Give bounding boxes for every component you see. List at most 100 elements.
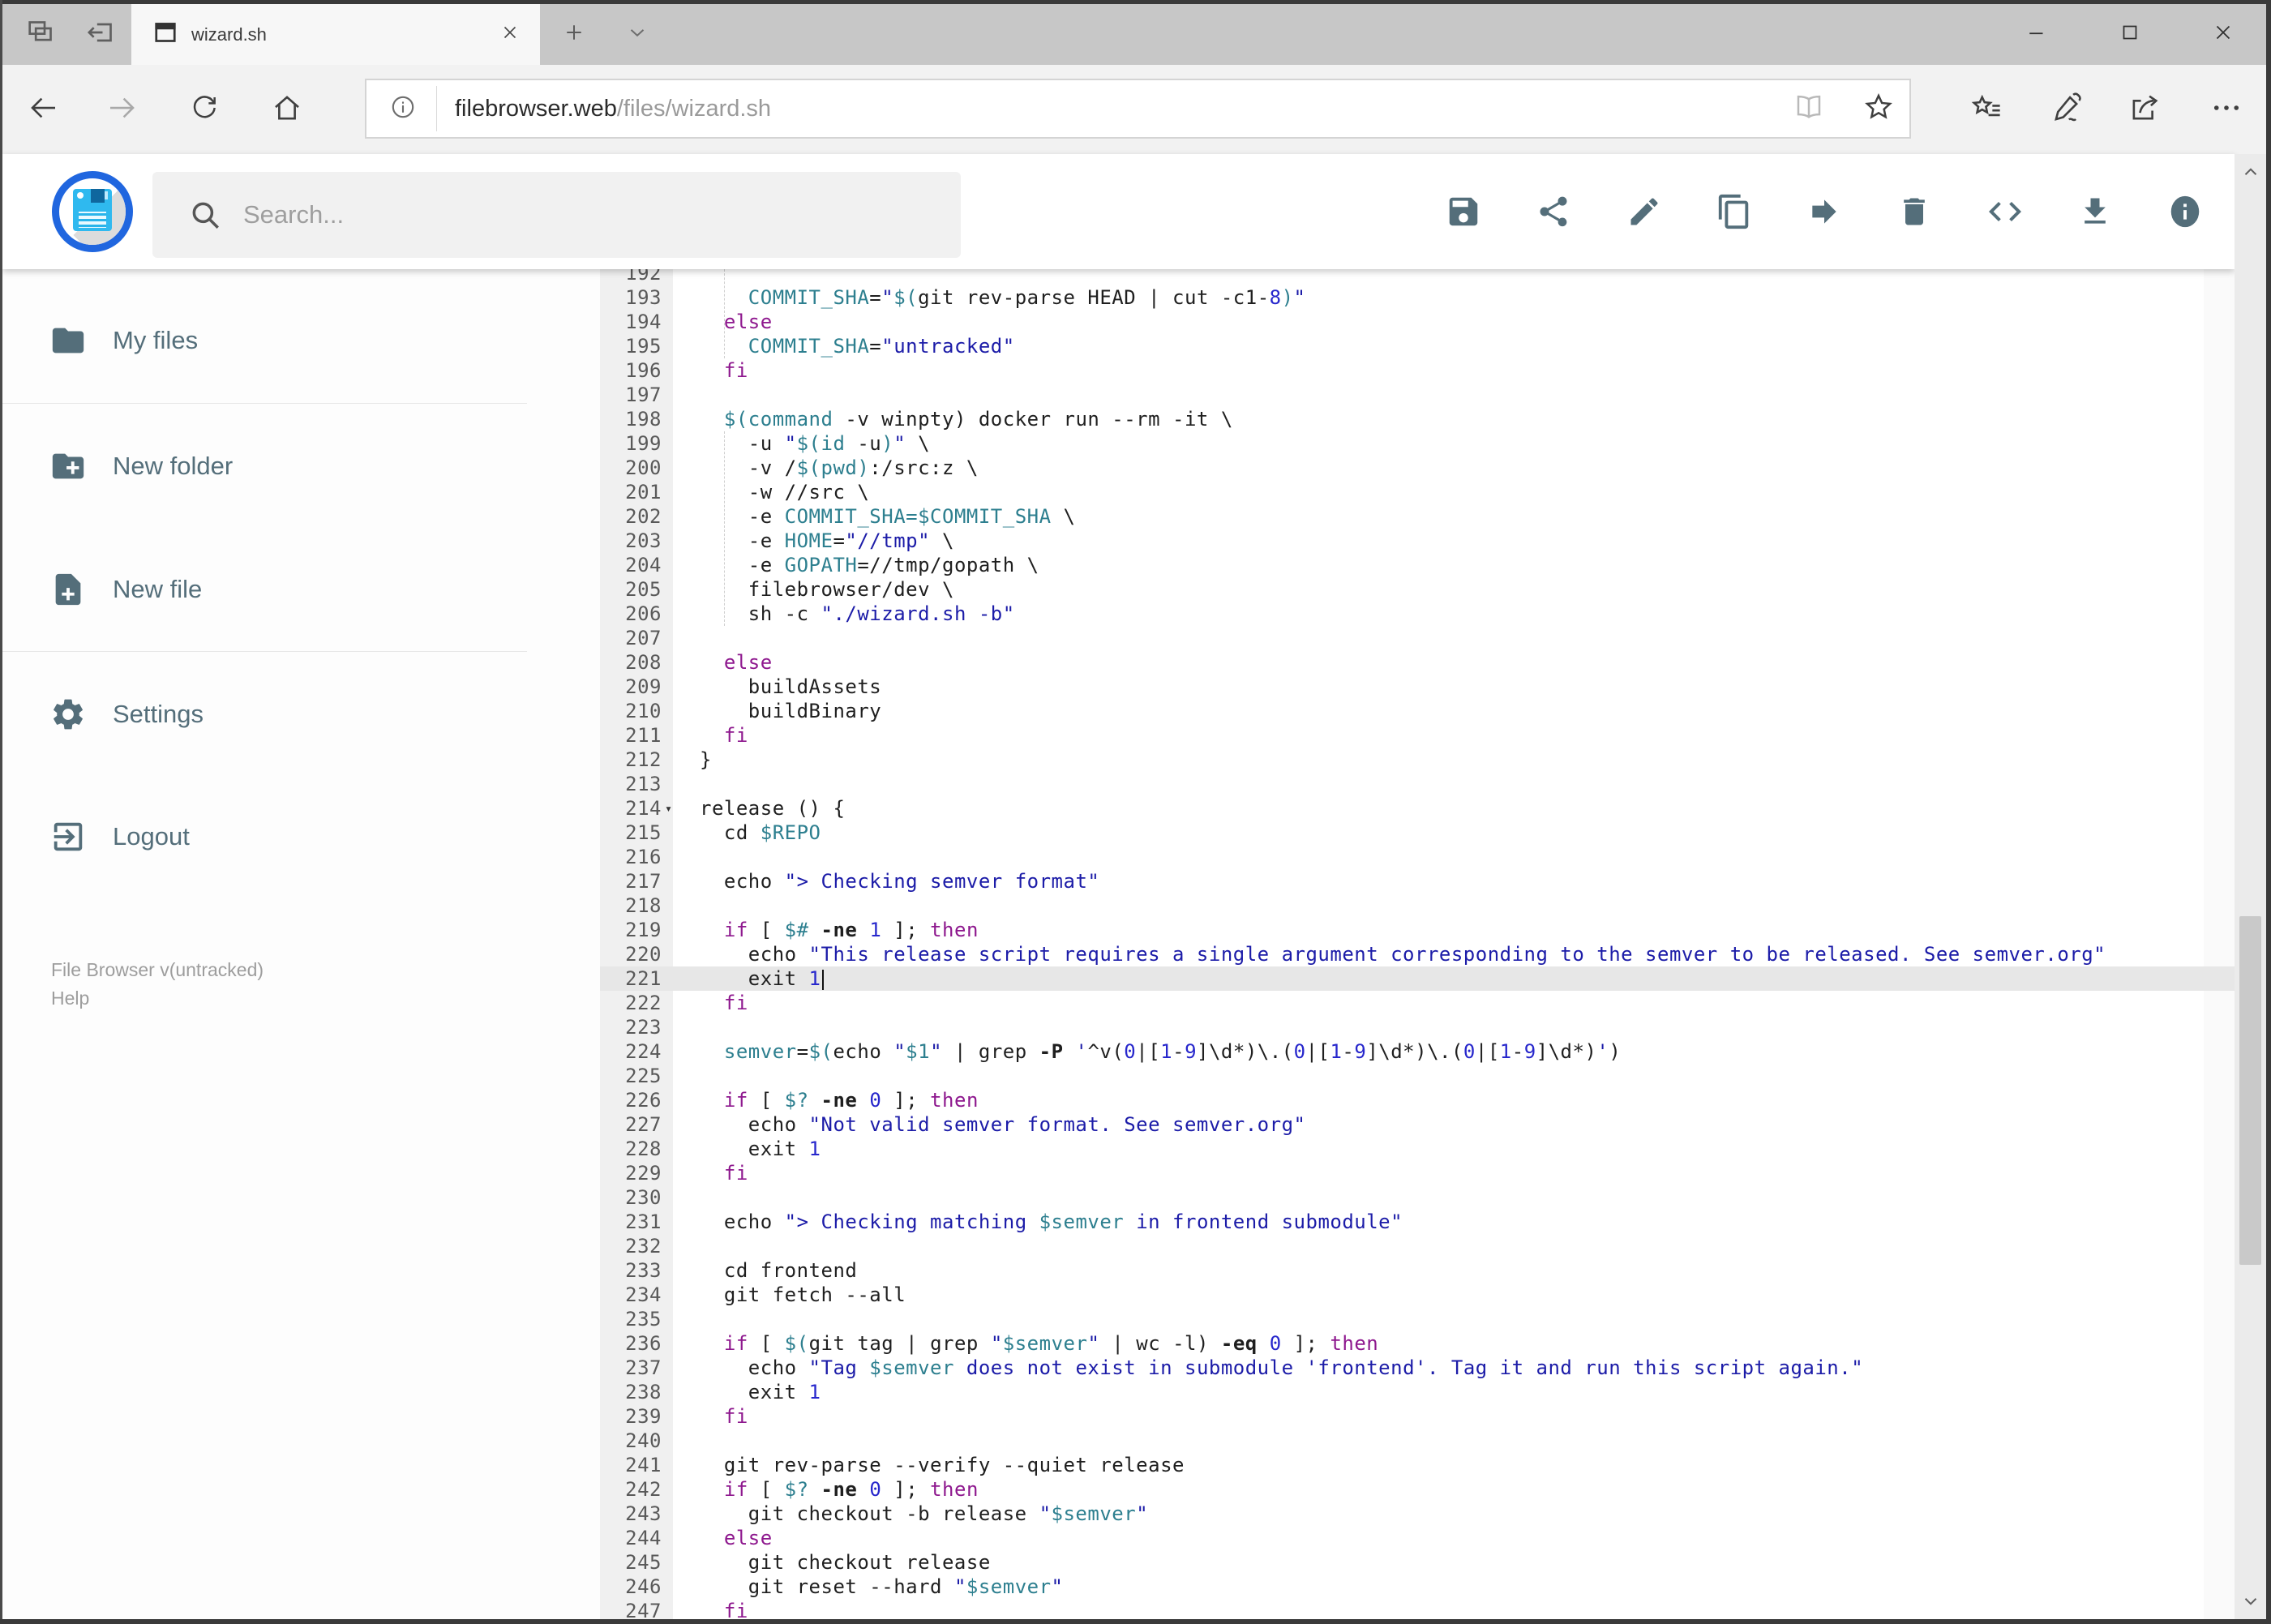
delete-button[interactable] xyxy=(1886,171,1943,252)
close-window-button[interactable] xyxy=(2187,4,2260,65)
info-button[interactable] xyxy=(2157,171,2213,252)
code-line[interactable]: 240 xyxy=(600,1429,2235,1453)
move-button[interactable] xyxy=(1796,171,1853,252)
share-button[interactable] xyxy=(1525,171,1582,252)
maximize-button[interactable] xyxy=(2093,4,2166,65)
code-line[interactable]: 225 xyxy=(600,1064,2235,1088)
refresh-button[interactable] xyxy=(172,65,237,154)
code-line[interactable]: 203 -e HOME="//tmp" \ xyxy=(600,529,2235,553)
code-line[interactable]: 194 else xyxy=(600,310,2235,334)
code-line[interactable]: 197 xyxy=(600,383,2235,407)
code-line[interactable]: 245 git checkout release xyxy=(600,1550,2235,1575)
reading-view-icon[interactable] xyxy=(1793,91,1825,127)
code-line[interactable]: 208 else xyxy=(600,650,2235,675)
code-line[interactable]: 216 xyxy=(600,845,2235,869)
forward-button[interactable] xyxy=(89,65,154,154)
code-line[interactable]: 236 if [ $(git tag | grep "$semver" | wc… xyxy=(600,1331,2235,1356)
code-line[interactable]: 210 buildBinary xyxy=(600,699,2235,723)
share-page-button[interactable] xyxy=(2112,65,2177,154)
code-line[interactable]: 233 cd frontend xyxy=(600,1258,2235,1283)
source-code-button[interactable] xyxy=(1977,171,2033,252)
minimize-button[interactable] xyxy=(2000,4,2073,65)
code-line[interactable]: 244 else xyxy=(600,1526,2235,1550)
home-button[interactable] xyxy=(255,65,319,154)
sidebar-item-settings[interactable]: Settings xyxy=(2,677,527,752)
code-line[interactable]: 241 git rev-parse --verify --quiet relea… xyxy=(600,1453,2235,1477)
code-line[interactable]: 221 exit 1 xyxy=(600,966,2235,991)
code-line[interactable]: 222 fi xyxy=(600,991,2235,1015)
code-line[interactable]: 228 exit 1 xyxy=(600,1137,2235,1161)
code-line[interactable]: 196 fi xyxy=(600,358,2235,383)
filebrowser-logo[interactable] xyxy=(52,171,133,252)
tab-preview-button[interactable] xyxy=(18,4,63,65)
code-line[interactable]: 246 git reset --hard "$semver" xyxy=(600,1575,2235,1599)
code-line[interactable]: 243 git checkout -b release "$semver" xyxy=(600,1502,2235,1526)
code-line[interactable]: 217 echo "> Checking semver format" xyxy=(600,869,2235,893)
code-line[interactable]: 232 xyxy=(600,1234,2235,1258)
code-line[interactable]: 205 filebrowser/dev \ xyxy=(600,577,2235,602)
code-line[interactable]: 206 sh -c "./wizard.sh -b" xyxy=(600,602,2235,626)
code-line[interactable]: 213 xyxy=(600,772,2235,796)
sidebar-item-new-file[interactable]: New file xyxy=(2,552,527,627)
code-line[interactable]: 227 echo "Not valid semver format. See s… xyxy=(600,1112,2235,1137)
new-tab-button[interactable] xyxy=(551,4,597,65)
code-line[interactable]: 234 git fetch --all xyxy=(600,1283,2235,1307)
scrollbar-thumb[interactable] xyxy=(2239,916,2261,1265)
url-field[interactable]: filebrowser.web/files/wizard.sh xyxy=(365,79,1911,139)
browser-tab[interactable]: wizard.sh xyxy=(131,4,540,65)
search-bar[interactable] xyxy=(152,172,961,258)
code-line[interactable]: 202 -e COMMIT_SHA=$COMMIT_SHA \ xyxy=(600,504,2235,529)
code-line[interactable]: 237 echo "Tag $semver does not exist in … xyxy=(600,1356,2235,1380)
sidebar-item-my-files[interactable]: My files xyxy=(2,303,527,378)
code-line[interactable]: 219 if [ $# -ne 1 ]; then xyxy=(600,918,2235,942)
code-line[interactable]: 218 xyxy=(600,893,2235,918)
code-line[interactable]: 193 COMMIT_SHA="$(git rev-parse HEAD | c… xyxy=(600,285,2235,310)
code-line[interactable]: 215 cd $REPO xyxy=(600,821,2235,845)
code-line[interactable]: 220 echo "This release script requires a… xyxy=(600,942,2235,966)
code-line[interactable]: 207 xyxy=(600,626,2235,650)
code-line[interactable]: 209 buildAssets xyxy=(600,675,2235,699)
scroll-up-icon[interactable] xyxy=(2235,154,2266,190)
tab-list-dropdown[interactable] xyxy=(613,4,662,65)
back-button[interactable] xyxy=(11,65,76,154)
sidebar-item-new-folder[interactable]: New folder xyxy=(2,429,527,503)
save-button[interactable] xyxy=(1435,171,1492,252)
code-line[interactable]: 238 exit 1 xyxy=(600,1380,2235,1404)
code-line[interactable]: 214 ▾ release () { xyxy=(600,796,2235,821)
code-line[interactable]: 204 -e GOPATH=//tmp/gopath \ xyxy=(600,553,2235,577)
code-line[interactable]: 195 COMMIT_SHA="untracked" xyxy=(600,334,2235,358)
code-line[interactable]: 192 xyxy=(600,269,2235,285)
download-button[interactable] xyxy=(2067,171,2123,252)
code-line[interactable]: 212} xyxy=(600,748,2235,772)
set-tabs-aside-button[interactable] xyxy=(78,4,123,65)
search-input[interactable] xyxy=(242,199,910,230)
more-options-button[interactable] xyxy=(2194,65,2259,154)
tab-close-icon[interactable] xyxy=(499,22,521,47)
code-line[interactable]: 230 xyxy=(600,1185,2235,1210)
code-line[interactable]: 242 if [ $? -ne 0 ]; then xyxy=(600,1477,2235,1502)
help-link[interactable]: Help xyxy=(51,988,89,1009)
sidebar-item-logout[interactable]: Logout xyxy=(2,799,527,874)
fold-marker-icon[interactable]: ▾ xyxy=(665,796,673,821)
code-line[interactable]: 229 fi xyxy=(600,1161,2235,1185)
code-line[interactable]: 239 fi xyxy=(600,1404,2235,1429)
code-line[interactable]: 223 xyxy=(600,1015,2235,1039)
code-line[interactable]: 235 xyxy=(600,1307,2235,1331)
code-line[interactable]: 211 fi xyxy=(600,723,2235,748)
add-favorite-star-icon[interactable] xyxy=(1862,91,1895,127)
copy-button[interactable] xyxy=(1706,171,1763,252)
code-line[interactable]: 247 fi xyxy=(600,1599,2235,1619)
site-info-icon[interactable] xyxy=(389,93,417,125)
code-editor[interactable]: 192 193 COMMIT_SHA="$(git rev-parse HEAD … xyxy=(600,269,2235,1619)
code-line[interactable]: 201 -w //src \ xyxy=(600,480,2235,504)
code-line[interactable]: 224 semver=$(echo "$1" | grep -P '^v(0|[… xyxy=(600,1039,2235,1064)
code-line[interactable]: 199 -u "$(id -u)" \ xyxy=(600,431,2235,456)
hub-favorites-button[interactable] xyxy=(1954,65,2019,154)
vertical-scrollbar[interactable] xyxy=(2235,154,2266,1619)
code-line[interactable]: 226 if [ $? -ne 0 ]; then xyxy=(600,1088,2235,1112)
code-line[interactable]: 200 -v /$(pwd):/src:z \ xyxy=(600,456,2235,480)
code-line[interactable]: 231 echo "> Checking matching $semver in… xyxy=(600,1210,2235,1234)
code-line[interactable]: 198 $(command -v winpty) docker run --rm… xyxy=(600,407,2235,431)
scroll-down-icon[interactable] xyxy=(2235,1583,2266,1619)
web-note-button[interactable] xyxy=(2036,65,2101,154)
